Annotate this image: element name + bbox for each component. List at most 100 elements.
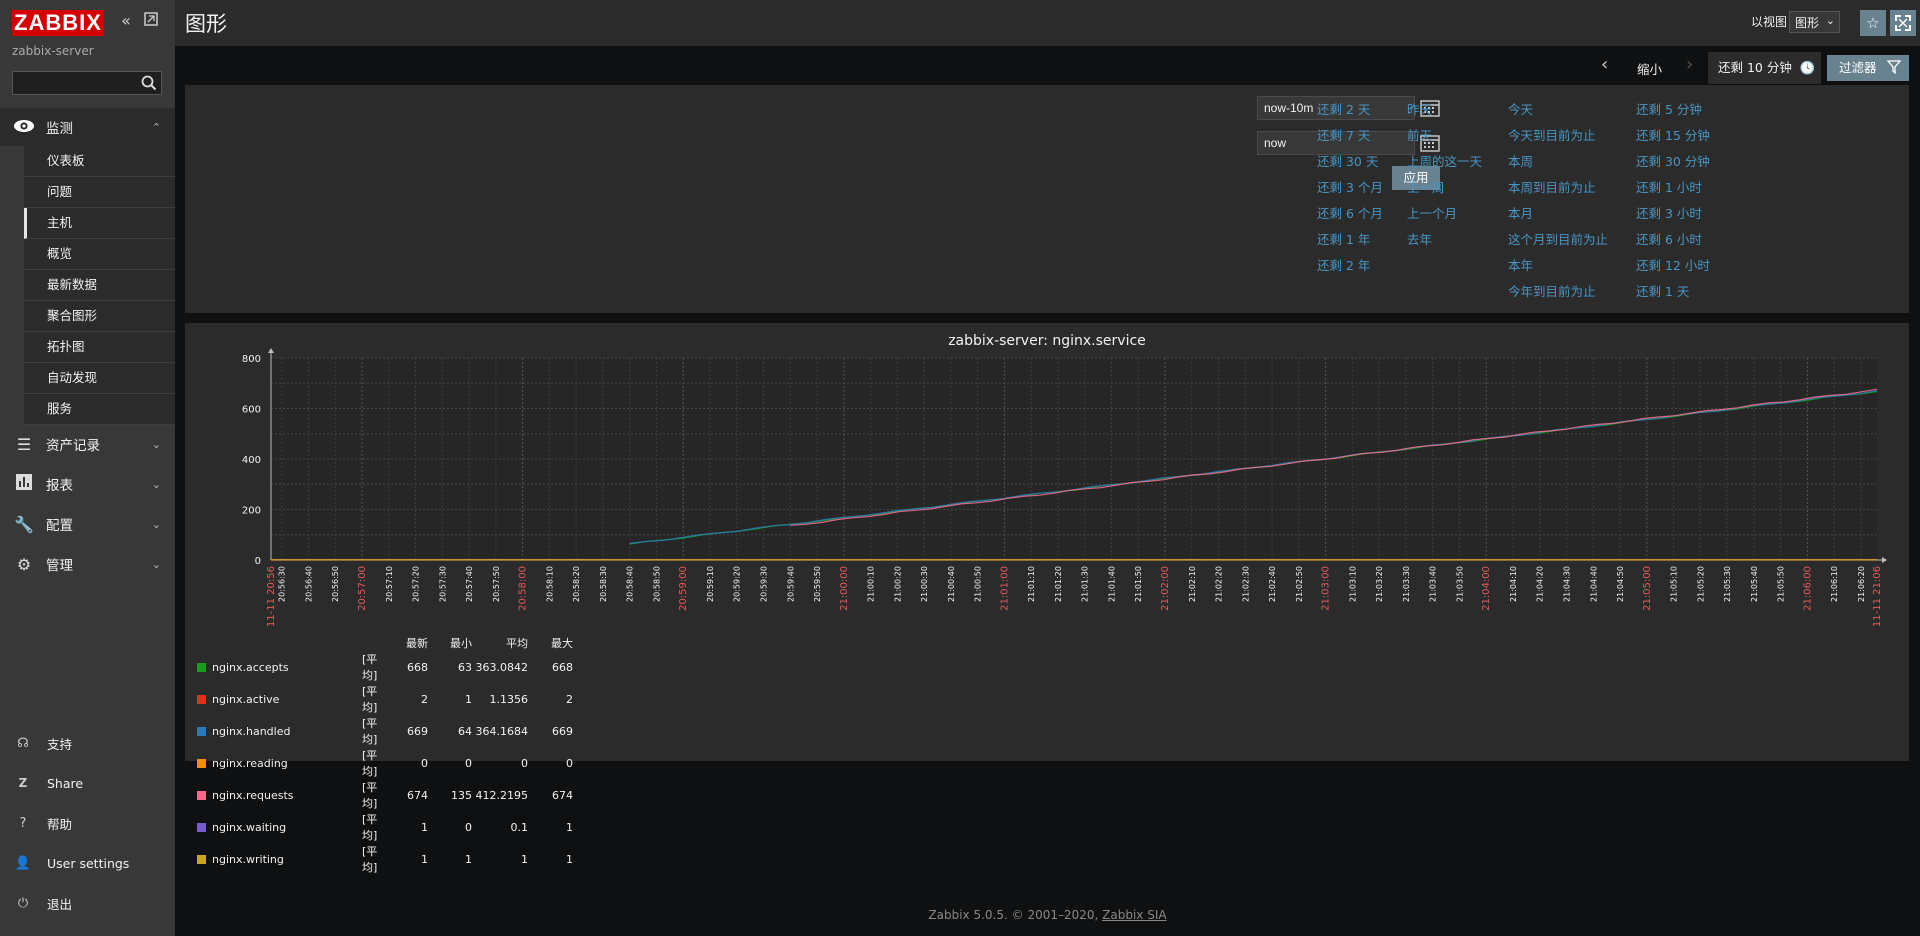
- x-tick-label: 21:06:20: [1857, 566, 1866, 602]
- submenu-services[interactable]: 服务: [24, 394, 175, 425]
- legend-swatch: [197, 758, 206, 768]
- quick-range-link[interactable]: 还剩 5 分钟: [1636, 99, 1702, 118]
- zabbix-logo[interactable]: ZABBIX: [12, 10, 104, 36]
- quick-range-link[interactable]: 还剩 1 天: [1636, 281, 1689, 300]
- headset-icon: ☊: [17, 735, 29, 751]
- graph-legend: 最新 最小 平均 最大 nginx.accepts [平均] 668 63 363.08…: [197, 635, 573, 875]
- x-tick-label: 20:56:40: [304, 566, 313, 602]
- legend-item-max: 0: [566, 756, 573, 770]
- quick-range-link[interactable]: 前天: [1407, 125, 1432, 144]
- kiosk-mode-icon[interactable]: [142, 12, 160, 30]
- quick-range-link[interactable]: 本年: [1508, 255, 1533, 274]
- x-tick-label: 20:58:20: [572, 566, 581, 602]
- quick-range-link[interactable]: 还剩 3 个月: [1317, 177, 1383, 196]
- star-icon: ☆: [1866, 14, 1880, 32]
- quick-range-link[interactable]: 还剩 2 年: [1317, 255, 1370, 274]
- x-tick-label: 21:02:10: [1188, 566, 1197, 602]
- menu-reports[interactable]: 报表 ⌄: [0, 465, 175, 503]
- menu-monitoring[interactable]: 监测 ⌃: [0, 108, 175, 146]
- time-prev-arrow-icon[interactable]: ‹: [1601, 54, 1608, 75]
- quick-range-link[interactable]: 还剩 2 天: [1317, 99, 1370, 118]
- time-range-tab[interactable]: 还剩 10 分钟 🕓: [1708, 52, 1821, 84]
- quick-range-link[interactable]: 还剩 12 小时: [1636, 255, 1710, 274]
- share-icon: Z: [18, 776, 28, 790]
- legend-header-avg: 平均: [506, 637, 528, 650]
- quick-range-link[interactable]: 今天到目前为止: [1508, 125, 1596, 144]
- x-tick-label: 20:58:40: [626, 566, 635, 602]
- submenu-latest-data[interactable]: 最新数据: [24, 270, 175, 301]
- sidebar: ZABBIX « zabbix-server 监测 ⌃ 仪表板 问题 主机 概览…: [0, 0, 175, 936]
- quick-range-link[interactable]: 去年: [1407, 229, 1432, 248]
- page-header: 图形 以视图 图形 ⌄ ☆: [175, 0, 1920, 46]
- x-tick-label: 20:59:40: [786, 566, 795, 602]
- submenu-hosts[interactable]: 主机: [24, 208, 175, 239]
- submenu-dashboard[interactable]: 仪表板: [24, 146, 175, 177]
- quick-range-link[interactable]: 还剩 15 分钟: [1636, 125, 1710, 144]
- footer-support[interactable]: ☊ 支持: [0, 728, 175, 758]
- footer-user-settings[interactable]: 👤 User settings: [0, 848, 175, 878]
- favorite-button[interactable]: ☆: [1860, 10, 1886, 36]
- view-select[interactable]: 图形 ⌄: [1789, 11, 1840, 33]
- legend-row: nginx.writing [平均] 1 1 1 1: [197, 843, 573, 875]
- footer-share[interactable]: Z Share: [0, 768, 175, 798]
- legend-item-name: nginx.accepts: [212, 660, 289, 674]
- chevron-down-icon: ⌄: [151, 557, 161, 571]
- quick-range-link[interactable]: 上周的这一天: [1407, 151, 1482, 170]
- menu-configuration[interactable]: 🔧 配置 ⌄: [0, 505, 175, 543]
- menu-inventory[interactable]: ☰ 资产记录 ⌄: [0, 425, 175, 463]
- quick-range-link[interactable]: 今年到目前为止: [1508, 281, 1596, 300]
- quick-range-link[interactable]: 本月: [1508, 203, 1533, 222]
- x-tick-label: 21:04:10: [1509, 566, 1518, 602]
- submenu-overview[interactable]: 概览: [24, 239, 175, 270]
- search-input[interactable]: [12, 71, 162, 95]
- filter-tab[interactable]: 过滤器: [1827, 55, 1909, 81]
- legend-row: nginx.active [平均] 2 1 1.1356 2: [197, 683, 573, 715]
- legend-header-last: 最新: [406, 637, 428, 650]
- chevron-up-icon: ⌃: [151, 120, 161, 134]
- x-tick-label: 21:02:00: [1160, 566, 1171, 611]
- quick-range-link[interactable]: 这个月到目前为止: [1508, 229, 1608, 248]
- x-tick-label: 20:59:30: [760, 566, 769, 602]
- graph-panel: 800 600 400 200 0 20:56:30 20:56:40 20:56:50 20:…: [185, 323, 1909, 874]
- footer-logout[interactable]: ⏻ 退出: [0, 888, 175, 918]
- quick-range-link[interactable]: 还剩 30 分钟: [1636, 151, 1710, 170]
- zoom-out-button[interactable]: 缩小: [1637, 59, 1662, 78]
- quick-range-link[interactable]: 本周到目前为止: [1508, 177, 1596, 196]
- quick-range-link[interactable]: 还剩 6 小时: [1636, 229, 1702, 248]
- x-tick-label: 21:05:10: [1670, 566, 1679, 602]
- fullscreen-button[interactable]: [1890, 10, 1916, 36]
- footer-help[interactable]: ? 帮助: [0, 808, 175, 838]
- menu-administration[interactable]: ⚙ 管理 ⌄: [0, 545, 175, 583]
- x-tick-label: 20:57:30: [438, 566, 447, 602]
- search-icon[interactable]: [141, 75, 157, 91]
- quick-range-link[interactable]: 上一周: [1407, 177, 1445, 196]
- quick-range-link[interactable]: 今天: [1508, 99, 1533, 118]
- footer-link[interactable]: Zabbix SIA: [1102, 908, 1166, 922]
- gear-icon: ⚙: [16, 554, 32, 574]
- submenu-screens[interactable]: 聚合图形: [24, 301, 175, 332]
- time-next-arrow-icon[interactable]: ›: [1686, 54, 1693, 75]
- submenu-discovery[interactable]: 自动发现: [24, 363, 175, 394]
- quick-range-link[interactable]: 还剩 30 天: [1317, 151, 1378, 170]
- quick-range-link[interactable]: 还剩 6 个月: [1317, 203, 1383, 222]
- menu-administration-label: 管理: [46, 558, 73, 574]
- x-start-label: 11-11 20:56: [266, 566, 277, 627]
- time-range-label: 还剩 10 分钟: [1718, 60, 1792, 75]
- submenu-problems[interactable]: 问题: [24, 177, 175, 208]
- legend-item-max: 674: [552, 788, 573, 802]
- chevron-down-icon: ⌄: [1825, 14, 1835, 27]
- server-name: zabbix-server: [12, 44, 94, 58]
- collapse-sidebar-icon[interactable]: «: [117, 12, 135, 30]
- quick-range-link[interactable]: 本周: [1508, 151, 1533, 170]
- quick-range-link[interactable]: 还剩 1 年: [1317, 229, 1370, 248]
- submenu-maps[interactable]: 拓扑图: [24, 332, 175, 363]
- quick-range-link[interactable]: 还剩 1 小时: [1636, 177, 1702, 196]
- quick-range-link[interactable]: 昨天: [1407, 99, 1432, 118]
- quick-range-link[interactable]: 上一个月: [1407, 203, 1457, 222]
- legend-item-func: [平均]: [362, 685, 378, 714]
- quick-range-link[interactable]: 还剩 3 小时: [1636, 203, 1702, 222]
- quick-range-link[interactable]: 还剩 7 天: [1317, 125, 1370, 144]
- y-tick-label: 0: [255, 556, 261, 567]
- x-tick-label: 21:00:50: [974, 566, 983, 602]
- x-tick-label: 21:00:10: [867, 566, 876, 602]
